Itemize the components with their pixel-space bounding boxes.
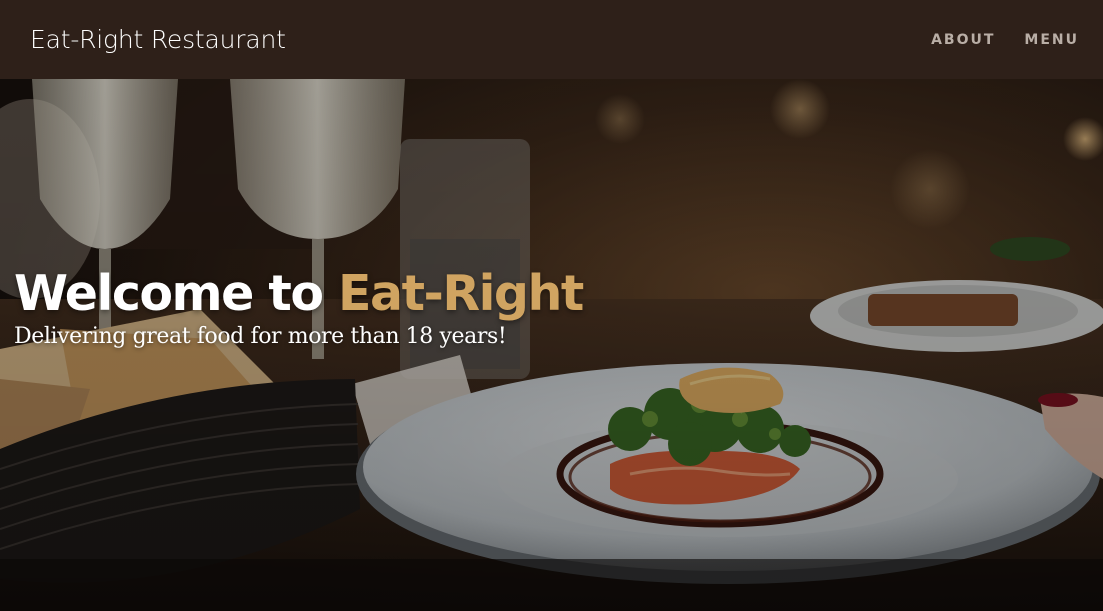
hero-title-accent: Eat-Right [338, 265, 584, 322]
nav-link-menu[interactable]: MENU [1024, 32, 1079, 48]
brand-link[interactable]: Eat-Right Restaurant [30, 25, 286, 54]
nav-links: ABOUT MENU [931, 32, 1079, 48]
nav-link-about[interactable]: ABOUT [931, 32, 995, 48]
hero-title: Welcome to Eat-Right [14, 265, 584, 322]
hero-text: Welcome to Eat-Right Delivering great fo… [14, 265, 584, 350]
navbar: Eat-Right Restaurant ABOUT MENU [0, 0, 1103, 79]
hero-subtitle: Delivering great food for more than 18 y… [14, 324, 507, 349]
hero-title-prefix: Welcome to [14, 265, 339, 322]
hero-section: Welcome to Eat-Right Delivering great fo… [0, 79, 1103, 611]
